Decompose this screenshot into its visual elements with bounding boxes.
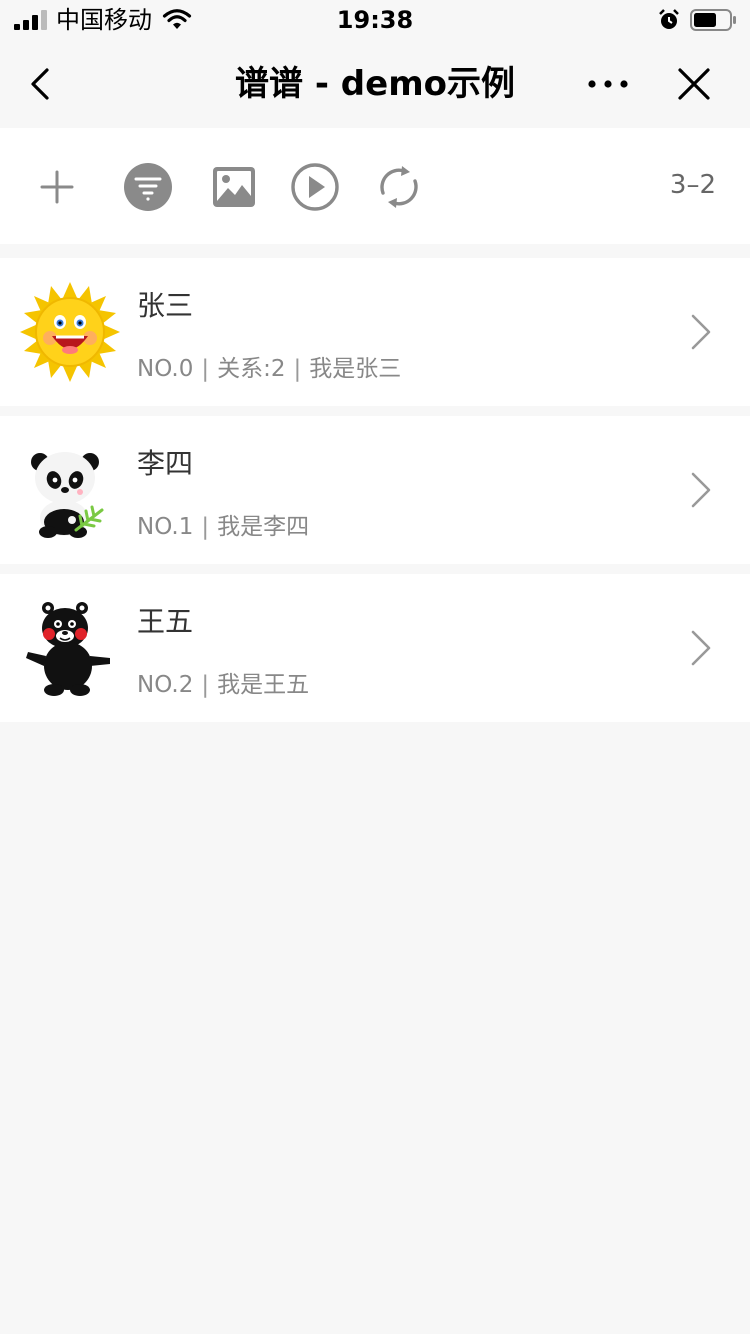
separator: |	[201, 356, 210, 382]
item-desc: NO.1 | 我是李四	[137, 512, 309, 542]
item-desc: NO.0 | 关系:2 | 我是张三	[137, 354, 401, 384]
list-item[interactable]: 王五 NO.2 | 我是王五	[0, 574, 750, 722]
bear-avatar	[18, 596, 122, 700]
chevron-left-icon	[31, 68, 49, 100]
more-dots-icon	[588, 80, 628, 88]
nav-bar: 谱谱 - demo示例	[0, 40, 750, 128]
sun-avatar	[18, 280, 122, 384]
status-bar: 中国移动 19:38	[0, 0, 750, 40]
image-icon	[213, 167, 255, 207]
item-relation: 关系:2	[217, 356, 286, 382]
close-button[interactable]	[672, 62, 716, 106]
chevron-right-icon	[691, 630, 711, 666]
plus-icon	[40, 170, 74, 204]
close-icon	[678, 68, 710, 100]
list-item[interactable]: 张三 NO.0 | 关系:2 | 我是张三	[0, 258, 750, 406]
page-title: 谱谱 - demo示例	[235, 64, 515, 104]
item-name: 王五	[137, 605, 194, 638]
play-button[interactable]	[290, 162, 340, 212]
contact-list: 张三 NO.0 | 关系:2 | 我是张三 李四 NO.1 | 我是李四 王五 …	[0, 258, 750, 732]
battery-icon	[690, 9, 736, 31]
filter-icon	[124, 163, 172, 211]
list-item[interactable]: 李四 NO.1 | 我是李四	[0, 416, 750, 564]
refresh-icon	[380, 166, 418, 208]
image-button[interactable]	[209, 162, 259, 212]
separator: |	[201, 672, 210, 698]
item-intro: 我是王五	[217, 672, 310, 698]
item-intro: 我是李四	[217, 514, 310, 540]
status-time: 19:38	[336, 6, 414, 34]
item-intro: 我是张三	[309, 356, 402, 382]
alarm-icon	[659, 9, 679, 29]
refresh-button[interactable]	[374, 162, 424, 212]
separator: |	[293, 356, 302, 382]
panda-avatar	[18, 438, 122, 542]
separator: |	[201, 514, 210, 540]
back-button[interactable]	[22, 64, 62, 104]
item-name: 张三	[137, 289, 194, 322]
item-desc: NO.2 | 我是王五	[137, 670, 309, 700]
add-button[interactable]	[32, 162, 82, 212]
chevron-right-icon	[691, 314, 711, 350]
page-indicator: 3–2	[669, 170, 716, 200]
item-name: 李四	[137, 447, 194, 480]
item-no: NO.0	[137, 356, 194, 382]
toolbar: 3–2	[0, 128, 750, 244]
filter-button[interactable]	[123, 162, 173, 212]
status-right	[658, 8, 738, 32]
chevron-right-icon	[691, 472, 711, 508]
more-button[interactable]	[586, 64, 630, 104]
item-no: NO.2	[137, 672, 194, 698]
play-icon	[291, 163, 339, 211]
item-no: NO.1	[137, 514, 194, 540]
